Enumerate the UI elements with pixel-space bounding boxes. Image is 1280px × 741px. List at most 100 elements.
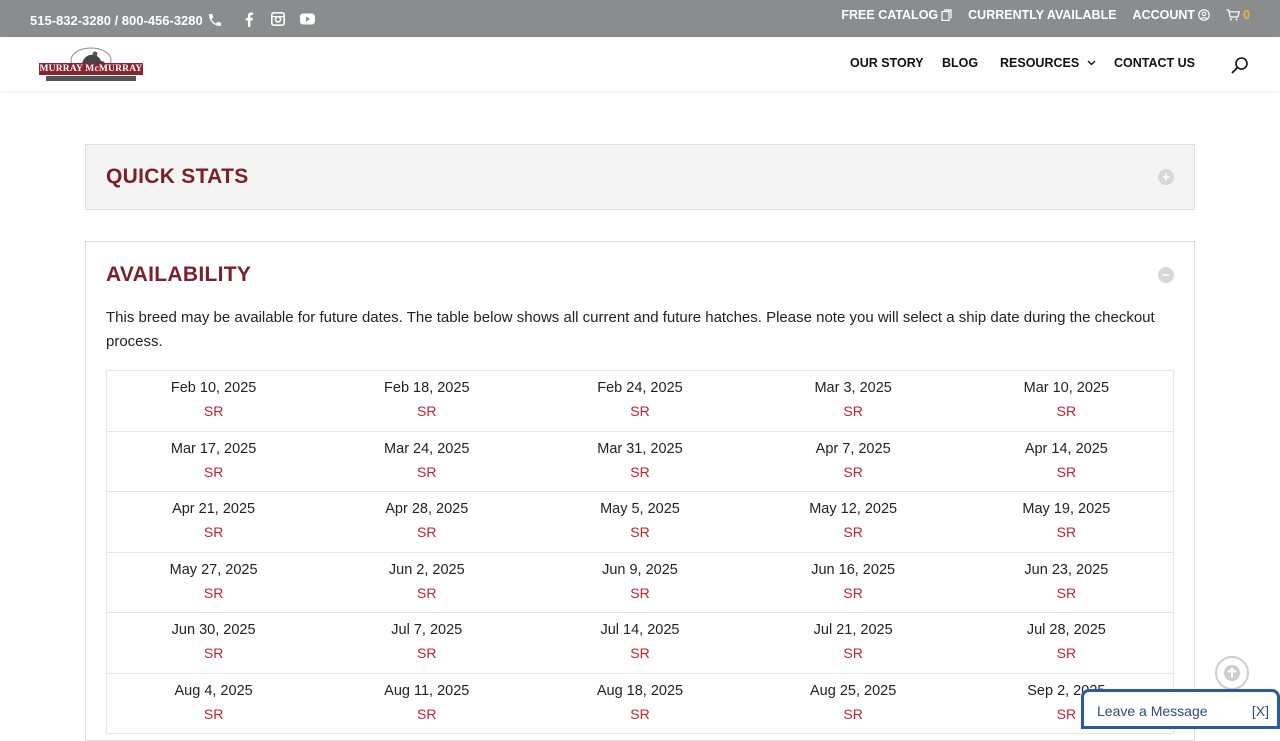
availability-cell: Feb 24, 2025 SR [533,371,746,431]
chat-widget[interactable]: Leave a Message [X] [1081,689,1280,729]
availability-status: SR [1056,584,1077,601]
chevron-down-icon [1087,60,1096,66]
site-logo[interactable]: MURRAY McMURRAY [38,46,144,84]
account-label: ACCOUNT [1132,8,1196,22]
cart-count: 0 [1243,8,1250,22]
hatch-date: Jul 28, 2025 [1026,622,1106,638]
availability-status: SR [843,584,863,601]
availability-cell: Apr 21, 2025 SR [107,492,320,552]
availability-cell: May 19, 2025 SR [960,492,1173,552]
availability-cell: May 5, 2025 SR [533,492,746,552]
hatch-date: Jul 7, 2025 [391,622,463,638]
availability-status: SR [630,645,650,661]
hatch-date: Feb 10, 2025 [170,380,257,396]
availability-cell: Jun 16, 2025 SR [747,553,960,613]
logo-text: MURRAY McMURRAY [39,64,143,74]
hatch-date: Jun 16, 2025 [811,561,896,578]
availability-cell: Apr 7, 2025 SR [747,432,960,492]
search-icon [1231,57,1248,74]
availability-status: SR [1056,645,1077,661]
hatch-date: Mar 24, 2025 [384,440,470,457]
arrow-up-icon [1224,665,1240,681]
availability-cell: Jun 30, 2025 SR [107,613,320,673]
availability-cell: Apr 14, 2025 SR [960,432,1173,492]
hatch-date: Jun 2, 2025 [388,561,465,578]
scroll-to-top-button[interactable] [1215,656,1249,690]
availability-cell: May 27, 2025 SR [107,553,320,613]
currently-available-link[interactable]: CURRENTLY AVAILABLE [968,8,1116,22]
hatch-date: Mar 3, 2025 [814,380,892,396]
availability-cell: Feb 10, 2025 SR [107,371,320,431]
availability-row: Jun 30, 2025 SR Jul 7, 2025 SR Jul 14, 2025 S… [107,613,1173,674]
plus-circle-icon[interactable] [1158,169,1174,185]
availability-cell: Mar 31, 2025 SR [533,432,746,492]
availability-row: Mar 17, 2025 SR Mar 24, 2025 SR Mar 31, 2025… [107,432,1173,492]
availability-row: Apr 21, 2025 SR Apr 28, 2025 SR May 5, 2025 S… [107,492,1173,553]
availability-status: SR [417,705,437,722]
phone-number[interactable]: 515-832-3280 / 800-456-3280 [30,12,223,28]
availability-cell: Jun 9, 2025 SR [533,553,746,613]
availability-status: SR [203,403,224,419]
availability-status: SR [630,403,650,419]
minus-circle-icon[interactable] [1158,267,1174,283]
availability-status: SR [203,463,224,480]
availability-status: SR [417,645,437,661]
hatch-date: Mar 17, 2025 [170,440,257,457]
availability-table: Feb 10, 2025 SR Feb 18, 2025 SR Feb 24, 2025… [106,370,1174,734]
account-link[interactable]: ACCOUNT [1133,8,1211,22]
chat-leave-message[interactable]: Leave a Message [1097,703,1208,719]
availability-cell: Mar 17, 2025 SR [107,432,320,492]
phone-icon [208,14,221,26]
chat-close-button[interactable]: [X] [1252,703,1269,719]
availability-cell: May 12, 2025 SR [747,492,960,552]
availability-status: SR [203,524,224,540]
youtube-icon[interactable] [299,11,315,27]
availability-status: SR [417,463,437,480]
availability-cell: Apr 28, 2025 SR [320,492,533,552]
nav-contact-us[interactable]: CONTACT US [1114,56,1195,70]
hatch-date: May 5, 2025 [600,501,680,517]
availability-cell: Mar 10, 2025 SR [960,371,1173,431]
availability-row: Feb 10, 2025 SR Feb 18, 2025 SR Feb 24, 2025… [107,371,1173,432]
hatch-date: May 19, 2025 [1022,501,1111,517]
nav-resources[interactable]: RESOURCES [1000,56,1096,70]
availability-cell: Jul 28, 2025 SR [960,613,1173,673]
availability-status: SR [843,645,863,661]
availability-cell: Aug 25, 2025 SR [747,674,960,734]
availability-cell: Jun 2, 2025 SR [320,553,533,613]
hatch-date: Jun 30, 2025 [171,622,256,638]
availability-status: SR [1056,403,1077,419]
availability-status: SR [1056,524,1077,540]
hatch-date: Jul 21, 2025 [813,622,893,638]
facebook-icon[interactable] [241,11,257,27]
availability-cell: Mar 3, 2025 SR [747,371,960,431]
availability-intro: This breed may be available for future d… [106,309,1155,350]
availability-cell: Aug 4, 2025 SR [107,674,320,734]
catalog-icon [941,9,952,21]
nav-our-story[interactable]: OUR STORY [850,56,924,70]
quick-stats-title: QUICK STATS [106,165,249,188]
hatch-date: Aug 4, 2025 [174,682,253,699]
availability-cell: Aug 18, 2025 SR [533,674,746,734]
hatch-date: Aug 11, 2025 [384,682,470,699]
availability-status: SR [630,524,650,540]
availability-status: SR [1056,463,1077,480]
availability-status: SR [203,645,224,661]
free-catalog-link[interactable]: FREE CATALOG [841,8,952,22]
nav-blog[interactable]: BLOG [942,56,978,70]
hatch-date: Feb 18, 2025 [384,380,470,396]
availability-status: SR [843,524,863,540]
instagram-icon[interactable] [270,11,286,27]
availability-cell: Mar 24, 2025 SR [320,432,533,492]
availability-status: SR [417,584,437,601]
cart-link[interactable]: 0 [1226,8,1250,22]
availability-cell: Jul 21, 2025 SR [747,613,960,673]
quick-stats-panel[interactable]: QUICK STATS [85,144,1195,210]
search-button[interactable] [1230,56,1250,76]
availability-cell: Aug 11, 2025 SR [320,674,533,734]
availability-status: SR [630,705,650,722]
availability-status: SR [203,584,224,601]
free-catalog-label: FREE CATALOG [841,8,939,22]
hatch-date: Aug 25, 2025 [810,682,897,699]
hatch-date: Jun 9, 2025 [602,561,678,578]
